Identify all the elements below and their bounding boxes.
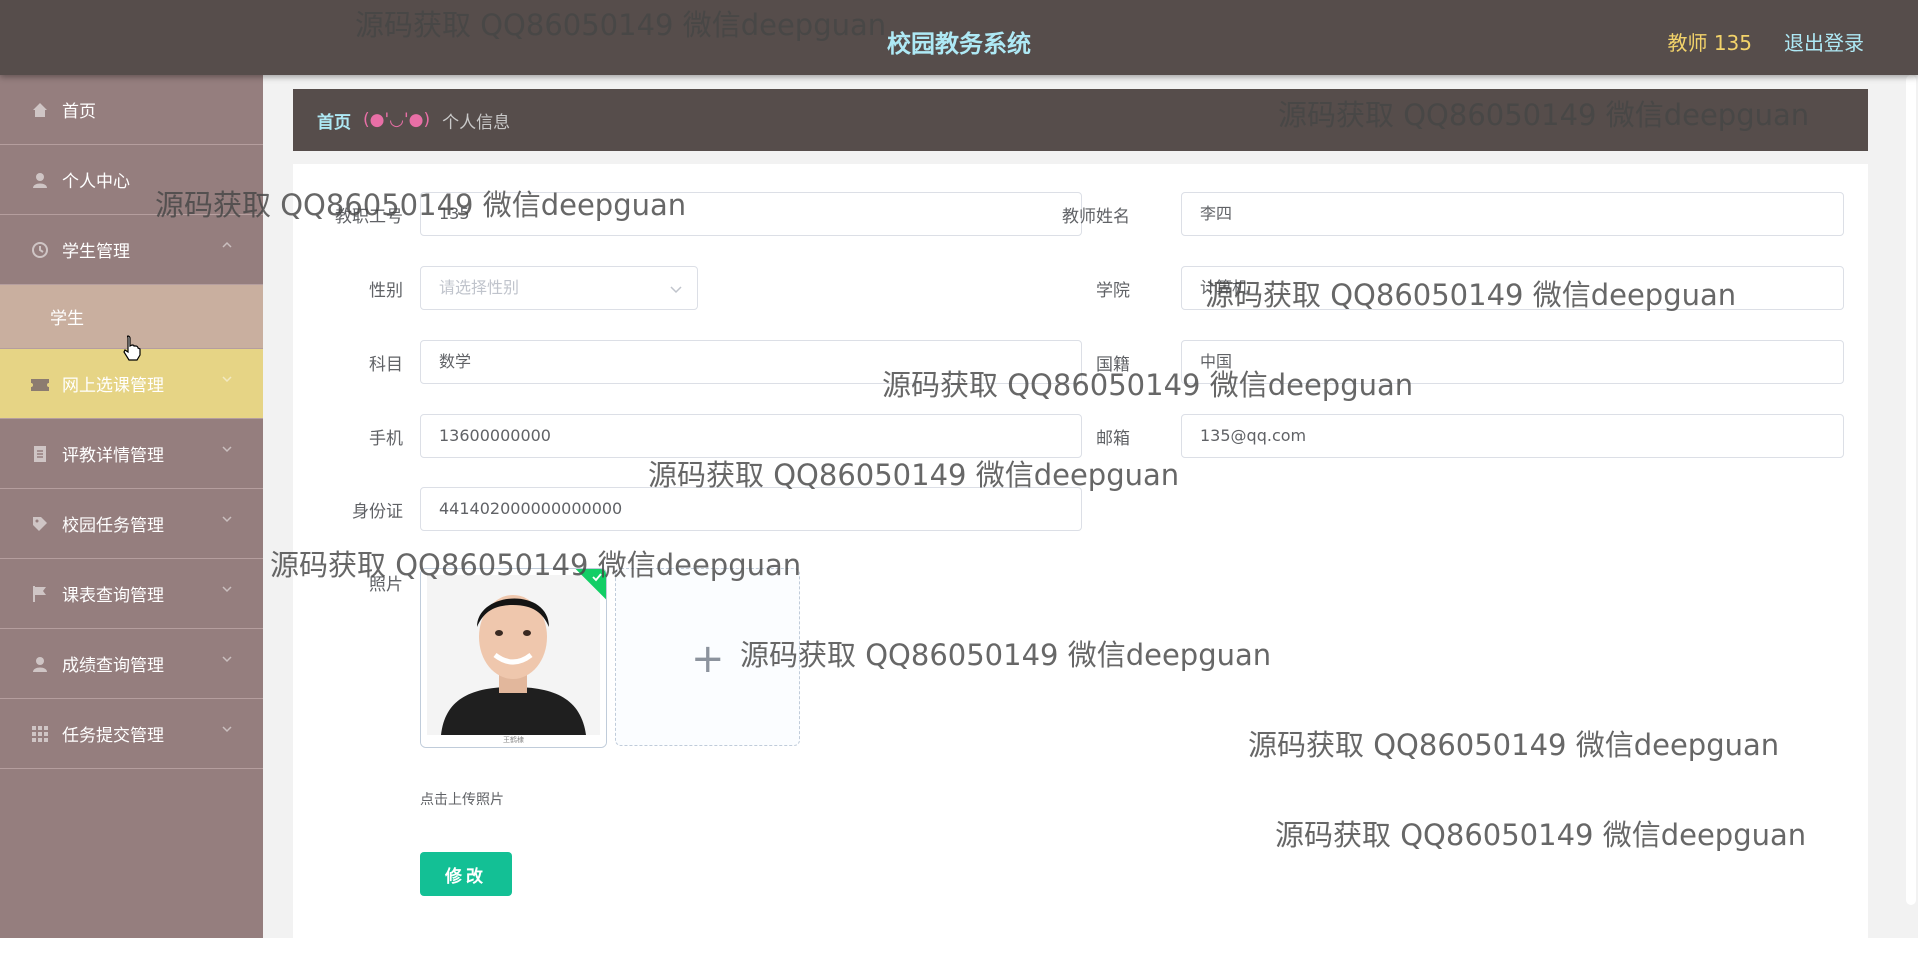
sidebar-item-profile[interactable]: 个人中心	[0, 145, 263, 215]
sidebar-item-campus-task[interactable]: 校园任务管理	[0, 489, 263, 559]
upload-tip: 点击上传照片	[420, 792, 504, 808]
sidebar-item-label: 评教详情管理	[62, 446, 164, 466]
sidebar-item-schedule[interactable]: 课表查询管理	[0, 559, 263, 629]
college-input[interactable]: 计算机	[1181, 266, 1844, 310]
scrollbar-thumb[interactable]	[1906, 75, 1916, 905]
check-icon	[592, 573, 602, 582]
main-content: 首页 (●'◡'●) 个人信息 教职工号 135 教师姓名 李四 性别 请选择性…	[263, 75, 1918, 954]
teacher-name-input[interactable]: 李四	[1181, 192, 1844, 236]
gender-select[interactable]: 请选择性别	[420, 266, 698, 310]
staff-no-input[interactable]: 135	[420, 192, 1082, 236]
breadcrumb: 首页 (●'◡'●) 个人信息	[293, 89, 1868, 151]
staff-no-label: 教职工号	[335, 207, 403, 227]
chevron-down-icon	[222, 586, 232, 593]
email-label: 邮箱	[1096, 429, 1130, 449]
tag-icon	[30, 514, 50, 534]
college-label: 学院	[1096, 281, 1130, 301]
breadcrumb-home[interactable]: 首页	[317, 108, 351, 133]
portrait-image	[421, 569, 606, 747]
sidebar-item-task-submission[interactable]: 任务提交管理	[0, 699, 263, 769]
chevron-up-icon	[222, 241, 232, 248]
sidebar-item-evaluation[interactable]: 评教详情管理	[0, 419, 263, 489]
phone-input[interactable]: 13600000000	[420, 414, 1082, 458]
profile-form: 教职工号 135 教师姓名 李四 性别 请选择性别 学院 计算机 科目 数学 国…	[293, 164, 1868, 954]
app-title: 校园教务系统	[887, 30, 1031, 58]
current-user-label: 教师 135	[1667, 31, 1752, 55]
sidebar-item-label: 首页	[62, 102, 96, 122]
sidebar-item-student-management[interactable]: 学生管理	[0, 215, 263, 285]
clock-icon	[30, 240, 50, 260]
subject-label: 科目	[369, 355, 403, 375]
sidebar-item-label: 学生管理	[62, 242, 130, 262]
sidebar-item-label: 校园任务管理	[62, 516, 164, 536]
sidebar: 首页 个人中心 学生管理 学生 网上选课管理 评教详情管理 校园任务管理 课表查…	[0, 75, 263, 938]
nationality-label: 国籍	[1096, 355, 1130, 375]
ticket-icon	[30, 374, 50, 394]
photo-caption: 王鹤棣	[503, 736, 524, 744]
gender-label: 性别	[369, 281, 403, 301]
phone-label: 手机	[369, 429, 403, 449]
breadcrumb-separator: (●'◡'●)	[363, 110, 431, 130]
subject-input[interactable]: 数学	[420, 340, 1082, 384]
user-icon	[30, 170, 50, 190]
email-input[interactable]: 135@qq.com	[1181, 414, 1844, 458]
photo-label: 照片	[369, 575, 403, 595]
id-card-input[interactable]: 441402000000000000	[420, 487, 1082, 531]
chevron-down-icon	[222, 726, 232, 733]
breadcrumb-current: 个人信息	[442, 112, 511, 133]
sidebar-item-label: 个人中心	[62, 172, 130, 192]
gender-select-placeholder: 请选择性别	[439, 278, 520, 297]
top-header: 校园教务系统 教师 135 退出登录	[0, 0, 1918, 75]
document-icon	[30, 444, 50, 464]
page-scrollbar[interactable]	[1904, 75, 1918, 938]
flag-icon	[30, 584, 50, 604]
plus-icon: +	[691, 636, 725, 682]
chevron-down-icon	[670, 286, 682, 294]
grid-icon	[30, 724, 50, 744]
sidebar-item-home[interactable]: 首页	[0, 75, 263, 145]
sidebar-item-label: 课表查询管理	[62, 586, 164, 606]
chevron-down-icon	[222, 376, 232, 383]
chevron-down-icon	[222, 656, 232, 663]
user-icon	[30, 654, 50, 674]
sidebar-item-grades[interactable]: 成绩查询管理	[0, 629, 263, 699]
submit-button[interactable]: 修改	[420, 852, 512, 896]
chevron-down-icon	[222, 516, 232, 523]
nationality-input[interactable]: 中国	[1181, 340, 1844, 384]
sidebar-item-label: 任务提交管理	[62, 726, 164, 746]
teacher-name-label: 教师姓名	[1062, 207, 1130, 227]
hand-cursor-icon	[123, 335, 141, 361]
sidebar-item-label: 成绩查询管理	[62, 656, 164, 676]
sidebar-item-label: 网上选课管理	[62, 376, 164, 396]
photo-upload-box[interactable]: +	[615, 568, 800, 746]
home-icon	[30, 100, 50, 120]
chevron-down-icon	[222, 446, 232, 453]
uploaded-photo[interactable]: 王鹤棣	[420, 568, 607, 748]
id-card-label: 身份证	[352, 502, 403, 522]
logout-link[interactable]: 退出登录	[1784, 27, 1864, 56]
